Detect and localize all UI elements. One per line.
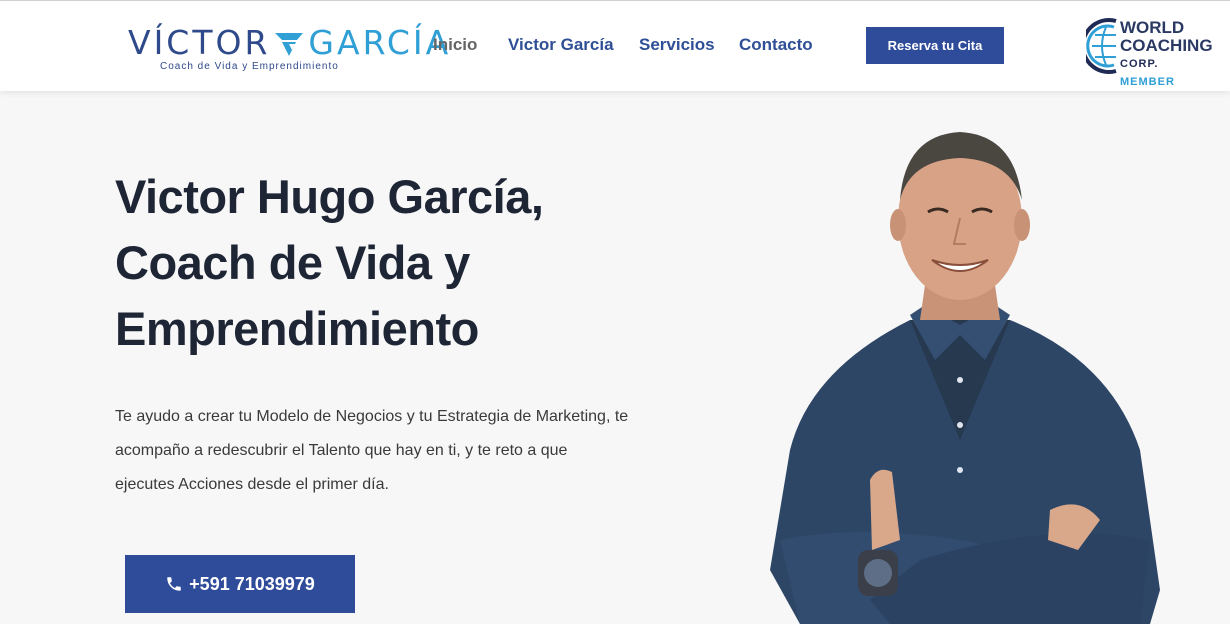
badge-corp: CORP. (1120, 58, 1159, 70)
logo-wordmark: VÍCTOR GARCÍA (128, 23, 451, 62)
hero-title-line: Coach de Vida y (115, 236, 470, 289)
hero-title-line: Victor Hugo García, (115, 170, 544, 223)
hero-description-line: Te ayudo a crear tu Modelo de Negocios y… (115, 408, 629, 425)
badge-line-coaching: COACHING (1120, 36, 1213, 55)
badge-member: MEMBER (1120, 76, 1175, 88)
world-coaching-badge[interactable]: WORLD COACHING CORP. MEMBER (1086, 13, 1216, 88)
hero-description-line: ejecutes Acciones desde el primer día. (115, 476, 389, 493)
badge-line-world: WORLD (1120, 18, 1185, 37)
nav-item-inicio[interactable]: Inicio (433, 35, 477, 55)
badge-line-member: CORP. MEMBER (1120, 55, 1216, 91)
reserva-cita-button[interactable]: Reserva tu Cita (866, 27, 1004, 64)
nav-item-servicios[interactable]: Servicios (639, 35, 715, 55)
nav-item-contacto[interactable]: Contacto (739, 35, 813, 55)
logo-tagline: Coach de Vida y Emprendimiento (160, 61, 339, 72)
hero-title-line: Emprendimiento (115, 302, 479, 355)
nav-item-victor-garcia[interactable]: Victor García (508, 35, 614, 55)
hero-title: Victor Hugo García, Coach de Vida y Empr… (115, 164, 675, 362)
badge-text: WORLD COACHING CORP. MEMBER (1120, 19, 1216, 91)
phone-icon (167, 577, 181, 591)
logo-name-left: VÍCTOR (128, 23, 271, 62)
logo-v-icon (275, 33, 304, 56)
site-header: VÍCTOR GARCÍA Coach de Vida y Emprendimi… (0, 0, 1230, 91)
phone-number-label: +591 71039979 (189, 573, 315, 594)
site-logo[interactable]: VÍCTOR GARCÍA Coach de Vida y Emprendimi… (128, 19, 448, 79)
coach-portrait-image (770, 132, 1160, 624)
logo-name-right: GARCÍA (308, 23, 452, 62)
phone-call-button[interactable]: +591 71039979 (125, 555, 355, 613)
hero-description: Te ayudo a crear tu Modelo de Negocios y… (115, 400, 675, 502)
hero-description-line: acompaño a redescubrir el Talento que ha… (115, 442, 568, 459)
